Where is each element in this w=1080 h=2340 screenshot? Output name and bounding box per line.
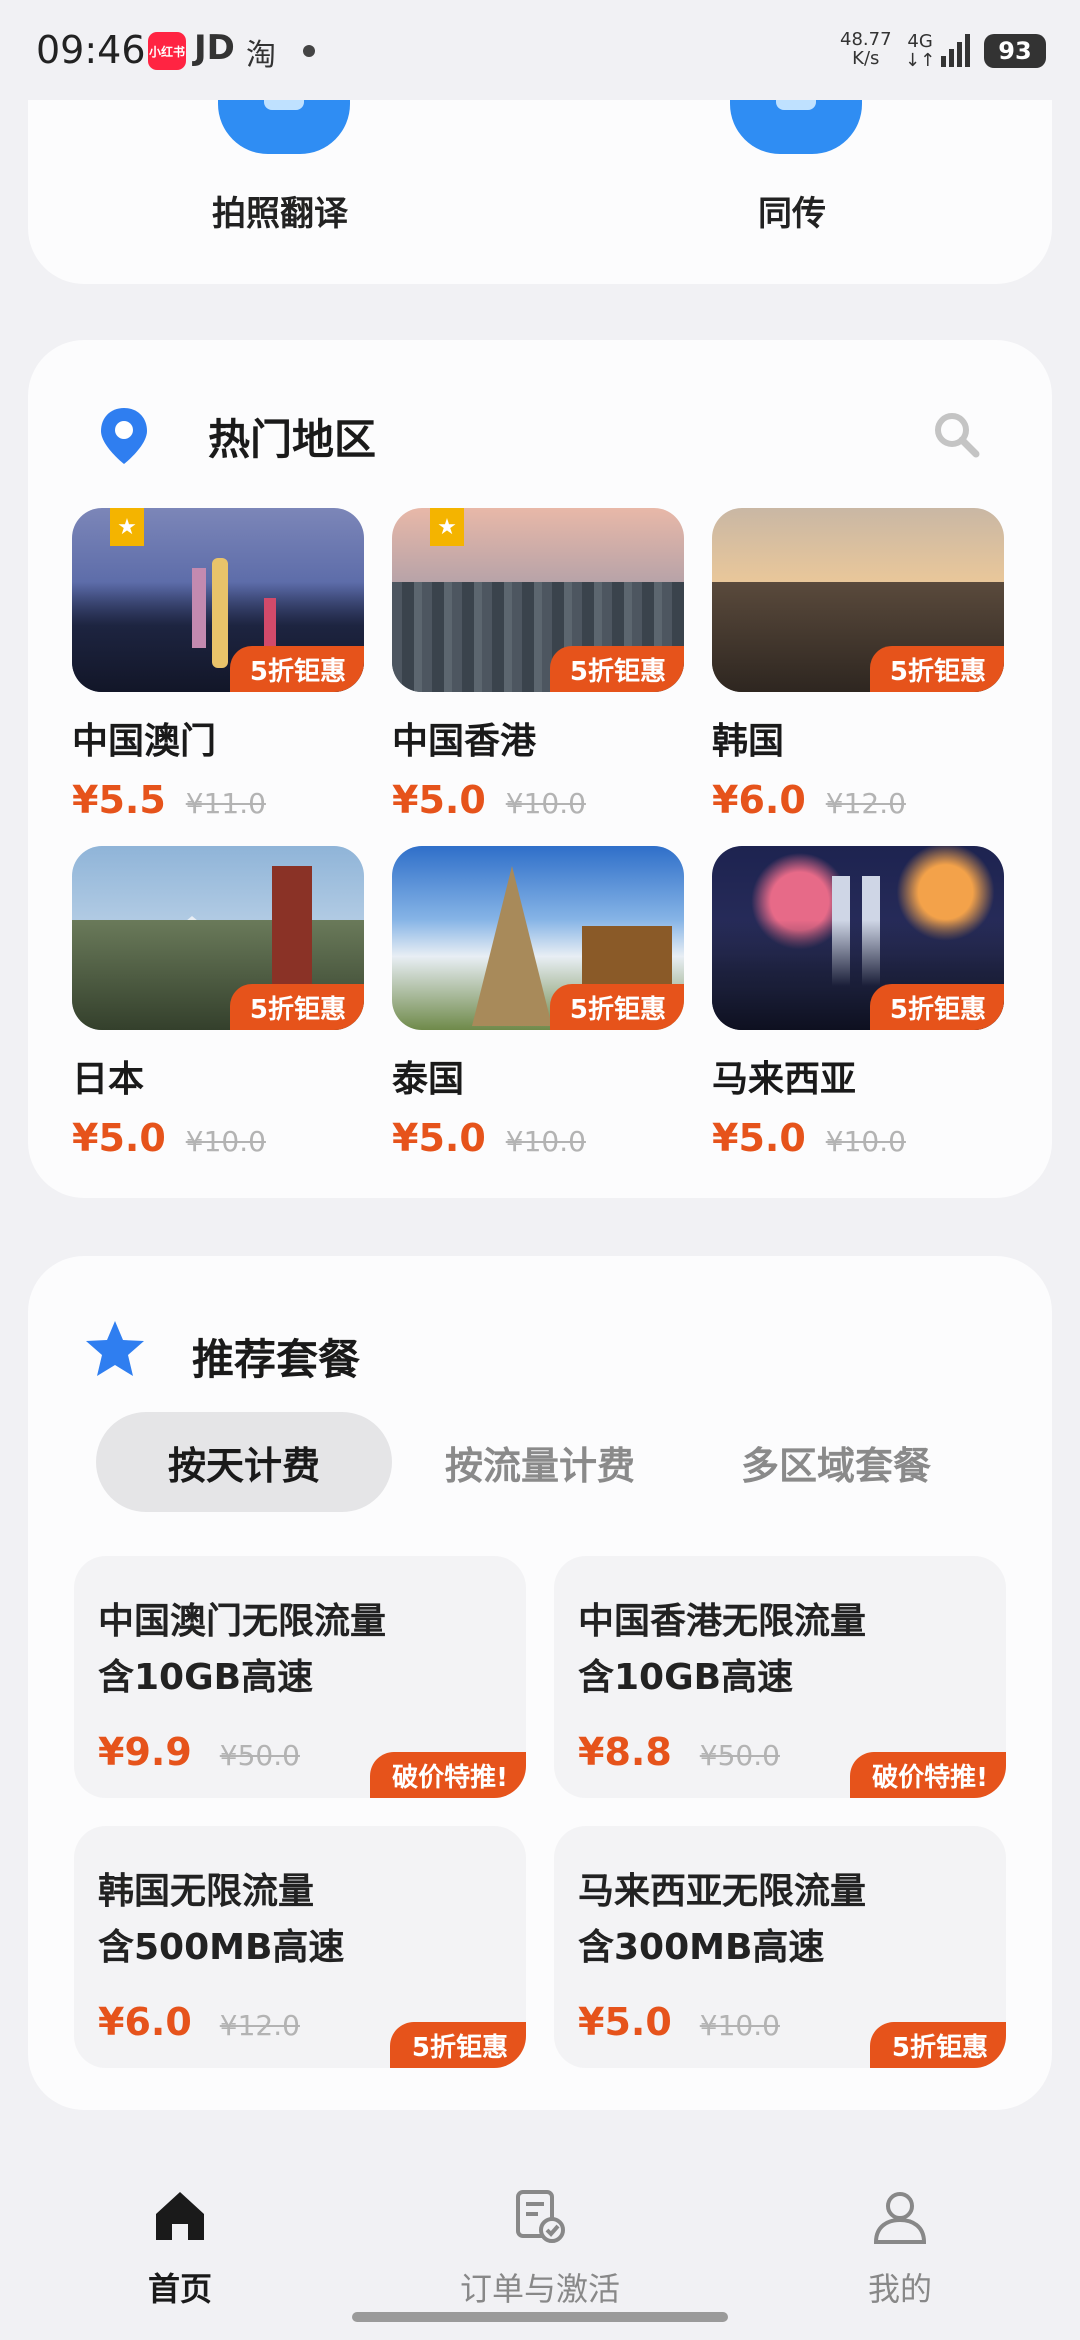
tab-daily-billing[interactable]: 按天计费 <box>96 1412 392 1512</box>
package-price: ¥9.9 <box>98 1730 192 1774</box>
region-original-price: ¥10.0 <box>505 1125 586 1158</box>
region-price: ¥5.0 <box>392 778 486 822</box>
jd-notification-icon: JD <box>194 28 235 68</box>
package-price: ¥5.0 <box>578 2000 672 2044</box>
region-name: 马来西亚 <box>712 1059 857 1100</box>
package-card[interactable]: 中国香港无限流量 含10GB高速 ¥8.8 ¥50.0 破价特推! <box>554 1556 1006 1798</box>
package-card[interactable]: 马来西亚无限流量 含300MB高速 ¥5.0 ¥10.0 5折钜惠 <box>554 1826 1006 2068</box>
region-card-malaysia[interactable]: 5折钜惠 马来西亚 ¥5.0 ¥10.0 <box>712 846 1004 1160</box>
package-promo-badge: 5折钜惠 <box>869 2022 1006 2068</box>
deal-badge: 5折钜惠 <box>229 646 364 692</box>
search-icon[interactable] <box>932 410 980 458</box>
signal-strength-icon <box>941 34 970 67</box>
region-name: 中国澳门 <box>72 721 217 762</box>
status-bar: 09:46 小红书 JD 淘 48.77 K/s 4G ↓↑ 93 <box>0 0 1080 100</box>
nav-orders-activation[interactable]: 订单与激活 <box>410 2186 670 2310</box>
favorite-star-icon: ★ <box>110 508 144 546</box>
package-tabs: 按天计费 按流量计费 多区域套餐 <box>96 1412 996 1512</box>
xiaohongshu-notification-icon: 小红书 <box>148 32 186 70</box>
package-promo-badge: 5折钜惠 <box>389 2022 526 2068</box>
tab-data-billing[interactable]: 按流量计费 <box>392 1412 688 1512</box>
region-price: ¥5.0 <box>392 1116 486 1160</box>
region-price: ¥5.5 <box>72 778 166 822</box>
package-name: 韩国无限流量 <box>98 1871 315 1912</box>
deal-badge: 5折钜惠 <box>549 646 684 692</box>
region-name: 泰国 <box>392 1059 465 1100</box>
region-card-japan[interactable]: 5折钜惠 日本 ¥5.0 ¥10.0 <box>72 846 364 1160</box>
region-price: ¥5.0 <box>712 1116 806 1160</box>
package-price: ¥8.8 <box>578 1730 672 1774</box>
region-image-thailand: 5折钜惠 <box>392 846 684 1030</box>
hot-regions-card: 热门地区 ★ 5折钜惠 中国澳门 ¥5.5 ¥11.0 ★ 5折钜惠 中国香港 <box>28 340 1052 1198</box>
package-promo-badge: 破价特推! <box>850 1752 1006 1798</box>
package-price: ¥6.0 <box>98 2000 192 2044</box>
package-name: 中国香港无限流量 <box>578 1601 867 1642</box>
region-image-macau: ★ 5折钜惠 <box>72 508 364 692</box>
battery-indicator: 93 <box>984 34 1046 68</box>
region-price: ¥6.0 <box>712 778 806 822</box>
nav-label-orders-activation: 订单与激活 <box>459 2270 620 2308</box>
hot-regions-title: 热门地区 <box>208 415 377 464</box>
home-icon <box>156 2192 204 2240</box>
region-original-price: ¥12.0 <box>825 787 906 820</box>
network-speed-unit: K/s <box>852 48 880 69</box>
region-original-price: ¥10.0 <box>825 1125 906 1158</box>
order-document-icon <box>516 2190 565 2243</box>
nav-label-home: 首页 <box>147 2270 212 2308</box>
user-profile-icon <box>873 2192 927 2244</box>
package-card[interactable]: 韩国无限流量 含500MB高速 ¥6.0 ¥12.0 5折钜惠 <box>74 1826 526 2068</box>
package-original-price: ¥12.0 <box>219 2009 300 2042</box>
package-detail: 含10GB高速 <box>578 1657 794 1698</box>
tool-label-simultaneous-interpret[interactable]: 同传 <box>672 186 912 235</box>
region-card-macau[interactable]: ★ 5折钜惠 中国澳门 ¥5.5 ¥11.0 <box>72 508 364 822</box>
taobao-notification-icon: 淘 <box>246 38 276 73</box>
region-card-hong-kong[interactable]: ★ 5折钜惠 中国香港 ¥5.0 ¥10.0 <box>392 508 684 822</box>
package-name: 中国澳门无限流量 <box>98 1601 387 1642</box>
location-pin-icon <box>101 408 147 464</box>
nav-label-profile: 我的 <box>867 2270 932 2308</box>
region-image-hong-kong: ★ 5折钜惠 <box>392 508 684 692</box>
package-original-price: ¥50.0 <box>219 1739 300 1772</box>
region-card-korea[interactable]: 5折钜惠 韩国 ¥6.0 ¥12.0 <box>712 508 1004 822</box>
region-original-price: ¥11.0 <box>185 787 266 820</box>
deal-badge: 5折钜惠 <box>549 984 684 1030</box>
region-image-japan: 5折钜惠 <box>72 846 364 1030</box>
more-notifications-dot-icon <box>303 45 315 57</box>
tool-label-photo-translate[interactable]: 拍照翻译 <box>160 186 400 235</box>
network-type-label: 4G <box>907 31 933 52</box>
star-icon <box>86 1321 144 1376</box>
network-speed-value: 48.77 <box>840 29 892 50</box>
region-name: 日本 <box>72 1059 145 1100</box>
package-card[interactable]: 中国澳门无限流量 含10GB高速 ¥9.9 ¥50.0 破价特推! <box>74 1556 526 1798</box>
region-image-malaysia: 5折钜惠 <box>712 846 1004 1030</box>
package-detail: 含10GB高速 <box>98 1657 314 1698</box>
status-time: 09:46 <box>36 28 146 72</box>
region-card-thailand[interactable]: 5折钜惠 泰国 ¥5.0 ¥10.0 <box>392 846 684 1160</box>
nav-profile[interactable]: 我的 <box>770 2186 1030 2310</box>
recommended-title: 推荐套餐 <box>192 1335 361 1384</box>
region-image-korea: 5折钜惠 <box>712 508 1004 692</box>
package-detail: 含500MB高速 <box>98 1927 345 1968</box>
region-price: ¥5.0 <box>72 1116 166 1160</box>
home-indicator[interactable] <box>352 2312 728 2322</box>
deal-badge: 5折钜惠 <box>229 984 364 1030</box>
package-original-price: ¥10.0 <box>699 2009 780 2042</box>
network-type: 4G ↓↑ <box>905 32 935 70</box>
favorite-star-icon: ★ <box>430 508 464 546</box>
package-promo-badge: 破价特推! <box>370 1752 526 1798</box>
package-detail: 含300MB高速 <box>578 1927 825 1968</box>
recommended-packages-card: 推荐套餐 按天计费 按流量计费 多区域套餐 中国澳门无限流量 含10GB高速 ¥… <box>28 1256 1052 2110</box>
deal-badge: 5折钜惠 <box>869 646 1004 692</box>
region-original-price: ¥10.0 <box>185 1125 266 1158</box>
region-name: 中国香港 <box>392 721 537 762</box>
region-name: 韩国 <box>712 721 785 762</box>
deal-badge: 5折钜惠 <box>869 984 1004 1030</box>
package-original-price: ¥50.0 <box>699 1739 780 1772</box>
data-transfer-arrows-icon: ↓↑ <box>905 50 936 71</box>
network-speed: 48.77 K/s <box>840 30 892 68</box>
nav-home[interactable]: 首页 <box>50 2186 310 2310</box>
tab-multi-region[interactable]: 多区域套餐 <box>688 1412 984 1512</box>
package-name: 马来西亚无限流量 <box>578 1871 867 1912</box>
region-original-price: ¥10.0 <box>505 787 586 820</box>
